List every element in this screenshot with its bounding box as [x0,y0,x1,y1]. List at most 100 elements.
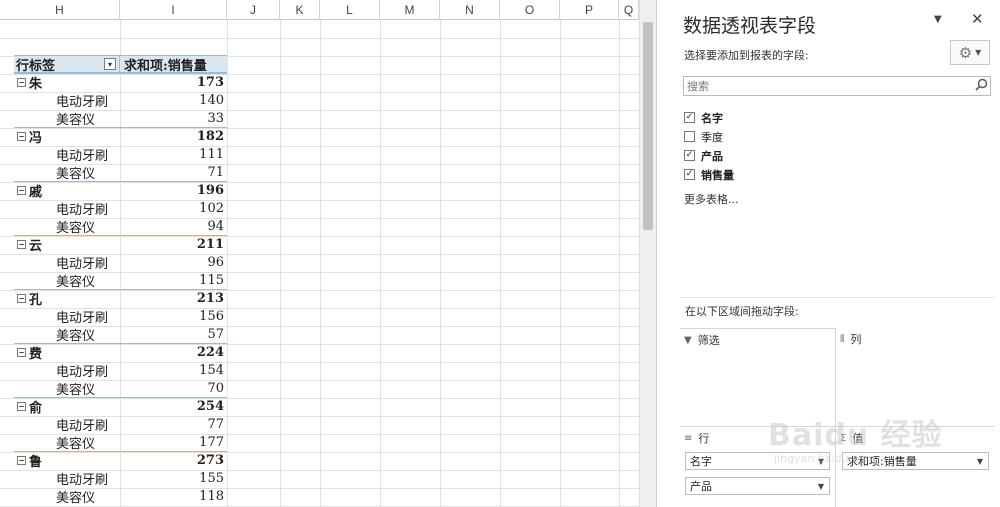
pivot-header-row: 行标签 ▾ 求和项:销售量 [14,54,227,74]
item-value: 71 [207,164,224,180]
pivot-item-row[interactable]: 美容仪 118 [14,487,227,506]
filter-dropdown-icon[interactable]: ▾ [104,58,116,70]
pivot-item-row[interactable]: 电动牙刷 96 [14,253,227,272]
pivot-group-row[interactable]: − 孔 213 [14,289,227,308]
field-search-box[interactable] [683,76,991,96]
field-item[interactable]: ✓ 产品 [684,146,734,165]
group-name: 云 [29,239,43,254]
group-total: 213 [196,291,224,306]
pivot-group-row[interactable]: − 云 211 [14,235,227,254]
item-name: 电动牙刷 [56,310,109,326]
field-checkbox[interactable] [684,131,695,142]
field-label: 季度 [701,130,723,144]
pivot-group-row[interactable]: − 朱 173 [14,73,227,92]
group-total: 173 [196,75,224,90]
search-input[interactable] [687,79,972,93]
collapse-icon[interactable]: − [17,348,26,357]
column-header-o[interactable]: O [500,0,560,20]
pivot-group-row[interactable]: − 鲁 273 [14,451,227,470]
item-name: 美容仪 [56,274,96,290]
pane-title: 数据透视表字段 [683,15,817,37]
pivot-item-row[interactable]: 电动牙刷 155 [14,469,227,488]
gear-icon: ⚙ [958,43,973,62]
scrollbar-thumb[interactable] [643,22,653,230]
column-header-i[interactable]: I [120,0,227,20]
values-chip-sum[interactable]: 求和项:销售量 ▼ [842,452,989,470]
pivot-item-row[interactable]: 电动牙刷 111 [14,145,227,164]
field-checkbox[interactable]: ✓ [684,112,695,123]
pane-divider [680,297,994,298]
field-item[interactable]: ✓ 名字 [684,108,734,127]
pivot-item-row[interactable]: 美容仪 115 [14,271,227,290]
chip-label: 名字 [690,455,712,468]
pane-menu-icon[interactable]: ▼ [934,14,942,25]
field-checkbox[interactable]: ✓ [684,169,695,180]
column-header-m[interactable]: M [380,0,440,20]
pivot-item-row[interactable]: 电动牙刷 77 [14,415,227,434]
column-header-row: H I J K L M N O P Q [0,0,656,20]
field-item[interactable]: 季度 [684,127,734,146]
item-value: 111 [199,146,224,162]
rows-chip-product[interactable]: 产品 ▼ [685,477,830,495]
collapse-icon[interactable]: − [17,294,26,303]
chevron-down-icon[interactable]: ▼ [977,457,983,466]
pivot-item-row[interactable]: 电动牙刷 102 [14,199,227,218]
columns-area[interactable]: ⦀ 列 [836,328,994,426]
field-checkbox[interactable]: ✓ [684,150,695,161]
pivot-item-row[interactable]: 美容仪 33 [14,109,227,128]
group-name: 鲁 [29,455,43,470]
pivot-item-row[interactable]: 美容仪 57 [14,325,227,344]
pivot-item-row[interactable]: 美容仪 70 [14,379,227,398]
close-icon[interactable]: ✕ [971,10,984,28]
columns-area-label: 列 [850,333,862,346]
pivot-item-row[interactable]: 美容仪 71 [14,163,227,182]
item-name: 美容仪 [56,382,96,398]
pivot-group-row[interactable]: − 俞 254 [14,397,227,416]
group-total: 273 [196,453,224,468]
item-value: 154 [199,362,224,378]
column-header-j[interactable]: J [227,0,280,20]
pane-splitter[interactable] [656,0,672,507]
field-list: ✓ 名字季度 ✓ 产品 ✓ 销售量 [684,108,734,184]
item-value: 115 [199,272,224,288]
item-value: 94 [207,218,224,234]
group-total: 211 [196,237,224,252]
item-value: 156 [199,308,224,324]
rows-chip-name[interactable]: 名字 ▼ [685,452,830,470]
collapse-icon[interactable]: − [17,186,26,195]
more-tables-link[interactable]: 更多表格... [684,191,739,207]
column-header-n[interactable]: N [440,0,500,20]
item-value: 77 [207,416,224,432]
pivot-group-row[interactable]: − 戚 196 [14,181,227,200]
pivot-item-row[interactable]: 电动牙刷 154 [14,361,227,380]
group-name: 俞 [29,401,43,416]
field-label: 名字 [701,111,723,125]
pivot-item-row[interactable]: 美容仪 177 [14,433,227,452]
pivot-group-row[interactable]: − 费 224 [14,343,227,362]
pivot-item-row[interactable]: 电动牙刷 140 [14,91,227,110]
pivot-item-row[interactable]: 电动牙刷 156 [14,307,227,326]
filter-area[interactable]: ▼ 筛选 [680,328,835,426]
tools-button[interactable]: ⚙ ▼ [950,40,990,65]
pivot-group-row[interactable]: − 冯 182 [14,127,227,146]
search-icon[interactable] [972,78,990,94]
chevron-down-icon[interactable]: ▼ [818,457,824,466]
collapse-icon[interactable]: − [17,456,26,465]
column-header-q[interactable]: Q [619,0,639,20]
chevron-down-icon[interactable]: ▼ [818,482,824,491]
collapse-icon[interactable]: − [17,402,26,411]
item-name: 美容仪 [56,112,96,128]
vertical-scrollbar[interactable] [639,0,656,507]
collapse-icon[interactable]: − [17,78,26,87]
column-header-p[interactable]: P [560,0,619,20]
collapse-icon[interactable]: − [17,240,26,249]
spreadsheet-area[interactable]: H I J K L M N O P Q 行标签 ▾ 求和项:销售量 − 朱 173 电… [0,0,656,507]
column-header-l[interactable]: L [320,0,380,20]
field-item[interactable]: ✓ 销售量 [684,165,734,184]
collapse-icon[interactable]: − [17,132,26,141]
column-header-k[interactable]: K [280,0,320,20]
columns-icon: ⦀ [840,333,845,345]
pivot-item-row[interactable]: 美容仪 94 [14,217,227,236]
column-header-h[interactable]: H [0,0,120,20]
item-name: 电动牙刷 [56,148,109,164]
